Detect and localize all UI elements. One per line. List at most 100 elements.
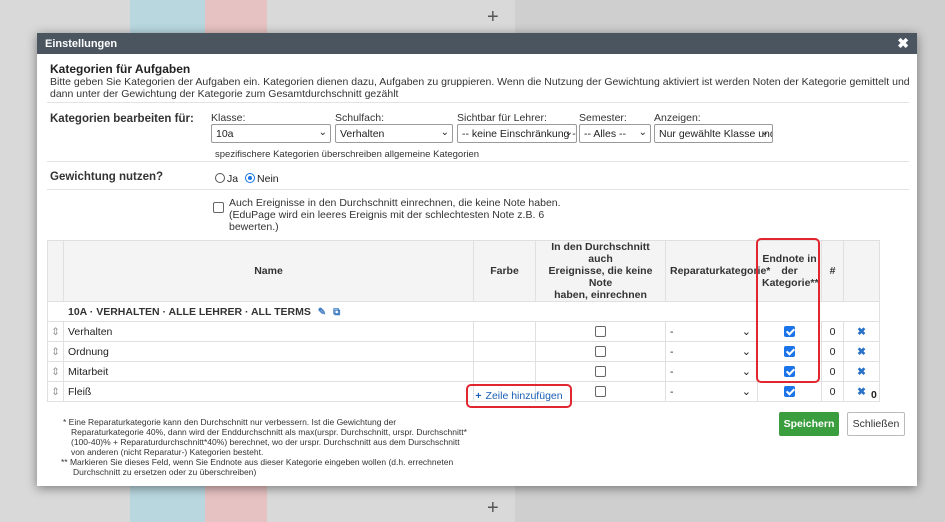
row-include-checkbox[interactable] [535,361,666,382]
footnote-line: * Eine Reparaturkategorie kann den Durch… [63,417,397,427]
drag-handle-icon[interactable]: ⇕ [47,321,64,342]
include-header-line: haben, einrechnen [554,289,647,301]
repair-value: - [670,385,674,398]
footnote-line: von anderen (nicht Reparatur-) Kategorie… [71,447,264,457]
repair-value: - [670,345,674,358]
include-text-line: bewerten.) [229,221,279,233]
anzeigen-select[interactable]: Nur gewählte Klasse und Fach ⌄ [654,124,773,143]
klasse-label: Klasse: [211,112,246,124]
final-header-line: der [781,265,798,277]
final-header-line: Kategorie** [762,277,819,289]
delete-icon[interactable]: ✖ [843,321,880,342]
add-column-icon[interactable]: + [487,6,499,29]
schulfach-label: Schulfach: [335,112,385,124]
final-header-line: Endnote in [762,253,817,265]
weighting-yes-option[interactable]: Ja [215,173,238,185]
weighting-label: Gewichtung nutzen? [50,171,164,183]
row-final-checkbox[interactable] [757,321,822,342]
include-empty-text: Auch Ereignisse in den Durchschnitt einr… [229,197,561,233]
row-final-checkbox[interactable] [757,381,822,402]
table-row: ⇕ Ordnung - ⌄ 0 ✖ [47,341,880,362]
row-color[interactable] [473,321,536,342]
repair-value: - [670,365,674,378]
row-final-checkbox[interactable] [757,341,822,362]
filters-note: spezifischere Kategorien überschreiben a… [215,149,480,160]
close-button[interactable]: Schließen [847,412,905,436]
row-color[interactable] [473,341,536,362]
section-title: Kategorien für Aufgaben [50,62,191,76]
radio-yes-label: Ja [227,173,239,185]
group-row: 10A · VERHALTEN · ALLE LEHRER · ALL TERM… [47,301,880,322]
row-include-checkbox[interactable] [535,341,666,362]
divider [47,189,909,190]
row-name[interactable]: Mitarbeit [63,361,474,382]
chevron-down-icon: ⌄ [760,127,769,138]
row-name[interactable]: Ordnung [63,341,474,362]
drag-handle-icon[interactable]: ⇕ [47,361,64,382]
chevron-down-icon: ⌄ [440,127,449,138]
include-empty-checkbox[interactable] [213,201,224,213]
footnote-repair: * Eine Reparaturkategorie kann den Durch… [63,417,467,457]
add-row-link[interactable]: + Zeile hinzufügen [471,387,567,405]
count-header: # [821,240,844,302]
klasse-value: 10a [216,127,234,140]
row-count: 0 [821,341,844,362]
klasse-select[interactable]: 10a ⌄ [211,124,331,143]
add-column-icon[interactable]: + [487,497,499,520]
group-label: 10A · VERHALTEN · ALLE LEHRER · ALL TERM… [68,305,311,318]
filters-heading: Kategorien bearbeiten für: [50,113,194,125]
section-description: Bitte geben Sie Kategorien der Aufgaben … [50,76,910,100]
schulfach-select[interactable]: Verhalten ⌄ [335,124,453,143]
row-include-checkbox[interactable] [535,321,666,342]
name-header: Name [63,240,474,302]
footnote-final: ** Markieren Sie dieses Feld, wenn Sie E… [61,457,453,477]
farbe-header: Farbe [473,240,536,302]
table-row: ⇕ Verhalten - ⌄ 0 ✖ [47,321,880,342]
sichtbar-value: -- keine Einschränkung -- [462,127,577,140]
dialog-header: Einstellungen ✖ [37,33,917,54]
include-text-line: (EduPage wird ein leeres Ereignis mit de… [229,209,545,221]
footnote-line: Durchschnitt zu ersetzen oder zu übersch… [73,467,257,477]
footnote-line: (100-40)% + Reparaturdurchschnitt*40%) b… [71,437,460,447]
sichtbar-select[interactable]: -- keine Einschränkung -- ⌄ [457,124,577,143]
chevron-down-icon: ⌄ [741,365,751,378]
radio-yes[interactable] [215,173,225,183]
drag-header [47,240,64,302]
row-repair-select[interactable]: - ⌄ [665,381,758,402]
total-count: 0 [871,389,877,401]
settings-dialog: Einstellungen ✖ Kategorien für Aufgaben … [37,33,917,486]
plus-icon: + [475,390,482,402]
repair-value: - [670,325,674,338]
copy-icon[interactable]: ⧉ [333,307,340,318]
row-repair-select[interactable]: - ⌄ [665,341,758,362]
delete-icon[interactable]: ✖ [843,361,880,382]
radio-no-label: Nein [257,173,279,185]
drag-handle-icon[interactable]: ⇕ [47,341,64,362]
table-row: ⇕ Fleiß - ⌄ 0 ✖ [47,381,880,402]
semester-select[interactable]: -- Alles -- ⌄ [579,124,651,143]
semester-value: -- Alles -- [584,127,626,140]
anzeigen-value: Nur gewählte Klasse und Fach [659,127,772,140]
radio-no[interactable] [245,173,256,183]
pencil-icon[interactable]: ✎ [318,307,326,318]
divider [47,161,909,162]
row-name[interactable]: Verhalten [63,321,474,342]
weighting-radio-group: Ja Nein [215,173,279,185]
close-icon[interactable]: ✖ [897,35,909,52]
divider [47,102,909,103]
dialog-title: Einstellungen [45,37,118,50]
chevron-down-icon: ⌄ [741,325,751,338]
row-repair-select[interactable]: - ⌄ [665,321,758,342]
row-count: 0 [821,381,844,402]
row-repair-select[interactable]: - ⌄ [665,361,758,382]
row-final-checkbox[interactable] [757,361,822,382]
row-name[interactable]: Fleiß [63,381,474,402]
delete-icon[interactable]: ✖ [843,341,880,362]
row-count: 0 [821,321,844,342]
weighting-no-option[interactable]: Nein [245,173,279,185]
save-button[interactable]: Speichern [779,412,839,436]
semester-label: Semester: [579,112,627,124]
drag-handle-icon[interactable]: ⇕ [47,381,64,402]
row-color[interactable] [473,361,536,382]
categories-table: Name Farbe In den Durchschnitt auch Erei… [47,240,880,402]
